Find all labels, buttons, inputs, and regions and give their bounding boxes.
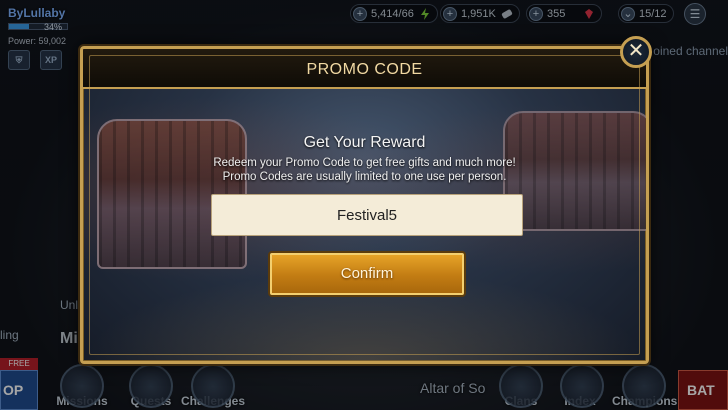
dialog-title: PROMO CODE <box>306 61 423 78</box>
reward-description-line2: Promo Codes are usually limited to one u… <box>222 171 507 183</box>
reward-description-line1: Redeem your Promo Code to get free gifts… <box>213 157 516 169</box>
reward-heading: Get Your Reward <box>303 134 426 151</box>
close-icon[interactable]: ✕ <box>620 36 652 68</box>
game-screen: ByLullaby 34% Power: 59,002 ⛨ XP + 5,414… <box>0 0 728 410</box>
promo-code-input[interactable] <box>211 194 523 236</box>
promo-code-dialog: PROMO CODE Get Your Reward Redeem your P… <box>80 46 649 364</box>
confirm-button[interactable]: Confirm <box>270 253 464 295</box>
